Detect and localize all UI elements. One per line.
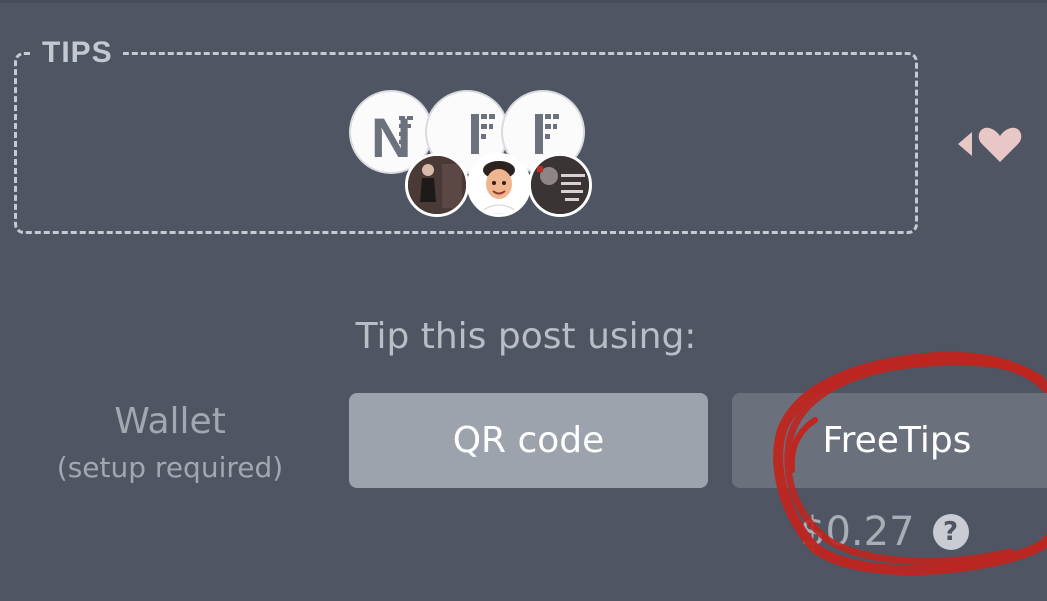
avatar[interactable]	[528, 153, 592, 217]
tips-title: TIPS	[32, 34, 123, 72]
avatar[interactable]	[467, 153, 531, 217]
memoji-icon	[470, 156, 528, 214]
person-photo-icon	[531, 156, 589, 214]
balance-amount: $0.27	[800, 509, 915, 555]
wallet-setup-note: (setup required)	[56, 451, 284, 484]
tips-panel: TIPS N Tip this post using: Wallet (setu…	[0, 0, 1047, 601]
person-photo-icon	[408, 156, 466, 214]
qr-code-button[interactable]: QR code	[349, 393, 708, 488]
freetips-balance: $0.27 ?	[800, 505, 969, 559]
top-divider	[0, 0, 1047, 3]
badge-f-icon	[471, 114, 495, 154]
heart-icon	[958, 127, 1022, 162]
wallet-option[interactable]: Wallet (setup required)	[20, 396, 320, 488]
badge-marks-icon	[399, 116, 413, 144]
avatar[interactable]	[405, 153, 469, 217]
badge-f-icon	[535, 114, 559, 154]
freetips-button[interactable]: FreeTips	[732, 393, 1047, 488]
help-icon[interactable]: ?	[932, 514, 969, 550]
wallet-label: Wallet	[114, 401, 226, 442]
tip-heart-toggle[interactable]	[956, 122, 1026, 166]
tip-heading: Tip this post using:	[355, 316, 697, 357]
